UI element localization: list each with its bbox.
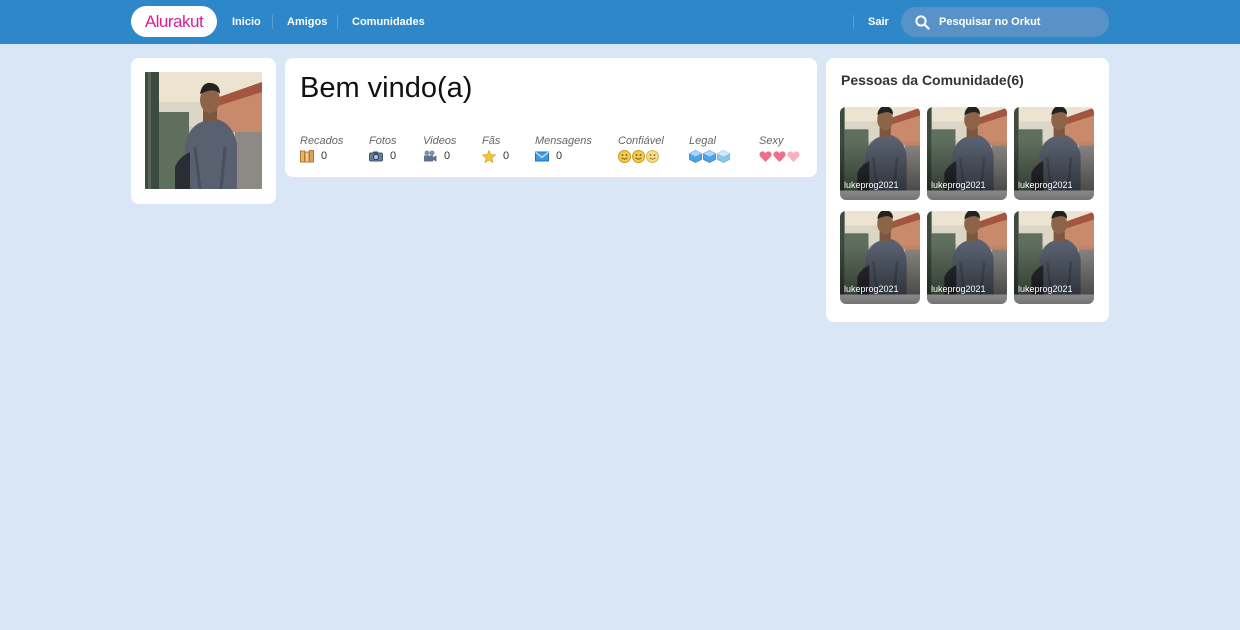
star-icon bbox=[482, 149, 496, 163]
stat-value: 0 bbox=[390, 150, 397, 162]
smiley-icon bbox=[646, 149, 659, 163]
ice-cube-icon bbox=[703, 149, 716, 163]
nav-communities: Comunidades bbox=[337, 0, 425, 44]
stat-sexy[interactable]: Sexy bbox=[759, 135, 800, 163]
nav-home-link[interactable]: Inicio bbox=[232, 15, 261, 29]
member-name: lukeprog2021 bbox=[1018, 284, 1073, 294]
logo-text: Alurakut bbox=[144, 11, 204, 31]
community-members-panel: Pessoas da Comunidade(6) lukeprog2021 lu… bbox=[826, 58, 1109, 322]
ice-cube-icon bbox=[689, 149, 702, 163]
stat-value: 0 bbox=[321, 150, 328, 162]
stat-value: 0 bbox=[503, 150, 510, 162]
stat-label: Sexy bbox=[759, 135, 784, 147]
nav-friends-link[interactable]: Amigos bbox=[272, 15, 327, 29]
ice-cube-icon bbox=[717, 149, 730, 163]
heart-icon bbox=[759, 150, 772, 162]
stat-trustworthy[interactable]: Confiável bbox=[618, 135, 664, 163]
stat-label: Fotos bbox=[369, 135, 397, 147]
page-title: Bem vindo(a) bbox=[300, 72, 473, 104]
nav-logout: Sair bbox=[853, 0, 889, 44]
stat-label: Confiável bbox=[618, 135, 664, 147]
alurakut-logo[interactable]: Alurakut bbox=[131, 6, 217, 37]
smiley-icon bbox=[632, 149, 645, 163]
heart-icon bbox=[787, 150, 800, 162]
stat-label: Mensagens bbox=[535, 135, 592, 147]
member-card[interactable]: lukeprog2021 bbox=[840, 107, 920, 200]
search-input[interactable] bbox=[939, 16, 1099, 28]
search-bar[interactable] bbox=[901, 7, 1109, 37]
welcome-area: Bem vindo(a) Recados 0 Fotos 0 Videos 0 … bbox=[285, 58, 817, 177]
heart-icon bbox=[773, 150, 786, 162]
stat-value: 0 bbox=[444, 150, 451, 162]
top-bar: Alurakut Inicio Amigos Comunidades Sair bbox=[0, 0, 1240, 44]
avatar[interactable] bbox=[145, 72, 262, 189]
stat-videos[interactable]: Videos 0 bbox=[423, 135, 456, 163]
member-name: lukeprog2021 bbox=[931, 284, 986, 294]
community-title: Pessoas da Comunidade(6) bbox=[841, 72, 1024, 88]
member-name: lukeprog2021 bbox=[844, 284, 899, 294]
member-card[interactable]: lukeprog2021 bbox=[927, 211, 1007, 304]
smiley-icon bbox=[618, 149, 631, 163]
envelope-icon bbox=[535, 151, 549, 161]
member-card[interactable]: lukeprog2021 bbox=[927, 107, 1007, 200]
profile-sidebar bbox=[131, 58, 276, 204]
stat-label: Videos bbox=[423, 135, 457, 147]
stat-label: Recados bbox=[300, 135, 344, 147]
camera-icon bbox=[369, 151, 383, 161]
member-grid: lukeprog2021 lukeprog2021 lukeprog2021 l… bbox=[840, 107, 1094, 304]
scrap-book-icon bbox=[300, 149, 314, 162]
video-camera-icon bbox=[424, 150, 437, 161]
member-name: lukeprog2021 bbox=[931, 180, 986, 190]
stat-photos[interactable]: Fotos 0 bbox=[369, 135, 397, 163]
search-icon bbox=[915, 14, 930, 30]
nav-communities-link[interactable]: Comunidades bbox=[337, 15, 425, 29]
stat-value: 0 bbox=[556, 150, 563, 162]
nav-friends: Amigos bbox=[272, 0, 327, 44]
member-card[interactable]: lukeprog2021 bbox=[1014, 107, 1094, 200]
member-card[interactable]: lukeprog2021 bbox=[840, 211, 920, 304]
main-nav: Inicio bbox=[232, 0, 261, 44]
stat-scraps[interactable]: Recados 0 bbox=[300, 135, 343, 163]
member-name: lukeprog2021 bbox=[844, 180, 899, 190]
stat-label: Legal bbox=[689, 135, 716, 147]
stat-label: Fãs bbox=[482, 135, 501, 147]
stat-cool[interactable]: Legal bbox=[689, 135, 730, 163]
logout-link[interactable]: Sair bbox=[853, 15, 889, 29]
member-name: lukeprog2021 bbox=[1018, 180, 1073, 190]
member-card[interactable]: lukeprog2021 bbox=[1014, 211, 1094, 304]
stat-messages[interactable]: Mensagens 0 bbox=[535, 135, 592, 163]
stat-fans[interactable]: Fãs 0 bbox=[482, 135, 509, 163]
